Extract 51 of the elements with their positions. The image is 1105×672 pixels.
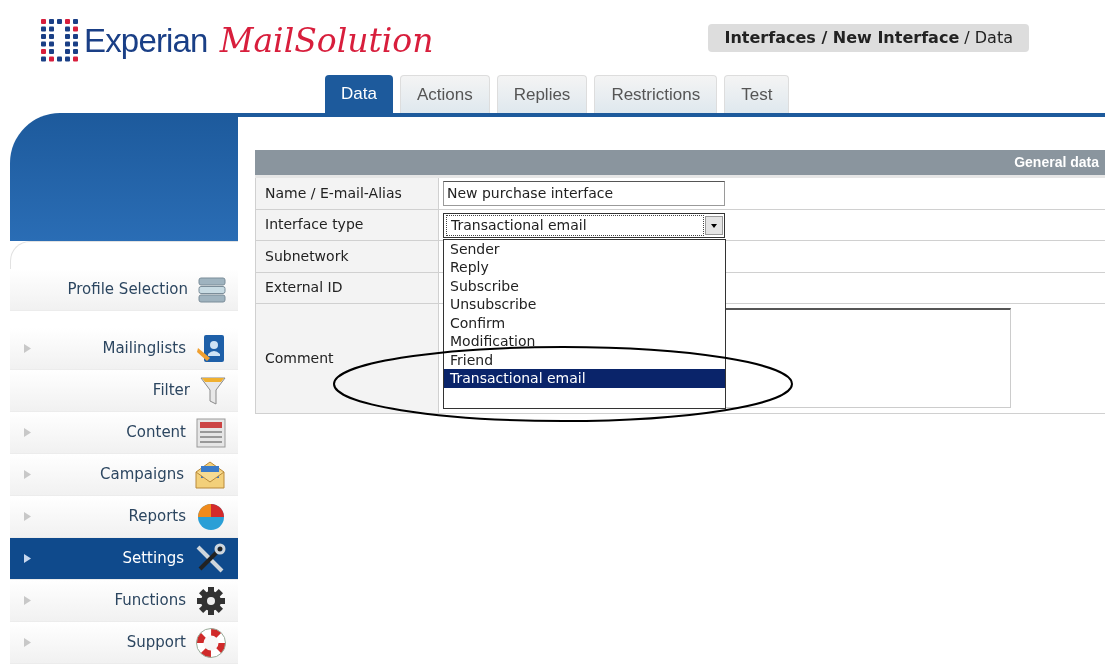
sidebar-item-label: Mailinglists	[102, 339, 186, 358]
expand-arrow-icon	[24, 638, 31, 647]
dropdown-option[interactable]: Sender	[444, 239, 725, 258]
section-title: General data	[1014, 153, 1099, 172]
expand-arrow-icon	[24, 512, 31, 521]
breadcrumb: Interfaces / New Interface / Data	[708, 24, 1029, 52]
text-field[interactable]: New purchase interface	[443, 181, 725, 206]
tools-icon	[194, 542, 226, 575]
dropdown-option[interactable]: Subscribe	[444, 276, 725, 295]
lifebuoy-icon	[196, 627, 226, 658]
newspaper-icon	[196, 417, 226, 448]
dropdown-option[interactable]: Friend	[444, 350, 725, 369]
field-label: Subnetwork	[265, 246, 349, 266]
dropdown-option[interactable]: Confirm	[444, 313, 725, 332]
dropdown-option[interactable]: Reply	[444, 258, 725, 277]
gear-icon	[196, 585, 226, 616]
funnel-icon	[200, 375, 226, 406]
expand-arrow-icon	[24, 428, 31, 437]
sidebar-item-label: Content	[126, 423, 186, 442]
sidebar-item[interactable]: Settings	[10, 538, 238, 580]
database-icon	[198, 276, 226, 303]
logo-product: MailSolution	[219, 23, 434, 57]
expand-arrow-icon	[24, 344, 31, 353]
dropdown-option[interactable]: Unsubscribe	[444, 295, 725, 314]
sidebar-item-label: Filter	[152, 381, 190, 400]
sidebar-item-label: Support	[126, 633, 186, 652]
address-book-icon	[196, 333, 226, 364]
tab[interactable]: Actions	[399, 75, 490, 113]
field-label: Comment	[265, 349, 334, 368]
pie-chart-icon	[196, 501, 226, 532]
tab[interactable]: Data	[325, 75, 393, 113]
field-label: External ID	[265, 278, 343, 298]
sidebar-item-label: Profile Selection	[67, 280, 188, 299]
sidebar-item-label: Reports	[128, 507, 186, 526]
tab[interactable]: Test	[724, 75, 790, 113]
logo-icon	[40, 18, 80, 62]
field-label: Interface type	[265, 215, 364, 235]
sidebar-item-label: Campaigns	[100, 465, 184, 484]
dropdown-option[interactable]: Transactional email	[444, 369, 725, 388]
dropdown-option[interactable]: Modification	[444, 332, 725, 351]
tab[interactable]: Replies	[496, 75, 588, 113]
sidebar-item-label: Functions	[114, 591, 186, 610]
expand-arrow-icon	[24, 554, 31, 563]
expand-arrow-icon	[24, 596, 31, 605]
dropdown-select[interactable]: Transactional email	[443, 212, 725, 238]
logo-brand: Experian	[84, 23, 208, 57]
envelope-icon	[194, 459, 226, 490]
field-label: Name / E-mail-Alias	[265, 183, 402, 203]
sidebar-item-label: Settings	[122, 549, 184, 568]
tab[interactable]: Restrictions	[594, 75, 718, 113]
expand-arrow-icon	[24, 470, 31, 479]
